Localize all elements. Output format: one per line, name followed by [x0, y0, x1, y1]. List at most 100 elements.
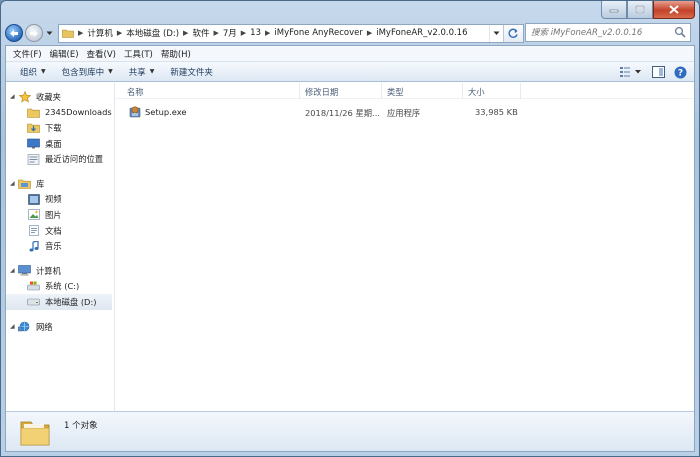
file-size: 33,985 KB	[475, 107, 518, 117]
new-folder-label: 新建文件夹	[170, 67, 213, 78]
nav-item-label: 文档	[45, 225, 62, 236]
change-view-button[interactable]	[618, 64, 644, 80]
view-details-icon	[620, 67, 641, 77]
column-type[interactable]: 类型	[387, 86, 404, 98]
nav-network-label: 网络	[36, 321, 53, 332]
nav-computer-label: 计算机	[36, 265, 61, 276]
menu-view[interactable]: 查看(V)	[83, 48, 120, 60]
details-pane: 1 个对象	[6, 411, 694, 451]
forward-button[interactable]	[25, 24, 43, 42]
nav-item-label: 音乐	[45, 241, 62, 252]
column-divider[interactable]	[462, 83, 463, 99]
nav-favorites[interactable]: ◢ 收藏夹	[6, 89, 114, 105]
address-history-dropdown[interactable]	[489, 24, 503, 42]
column-size[interactable]: 大小	[468, 86, 485, 98]
include-in-library-button[interactable]: 包含到库中 ▼	[54, 62, 121, 82]
breadcrumb-item[interactable]: 本地磁盘 (D:) ▶	[122, 27, 188, 39]
nav-group-computer: ◢ 计算机 系统 (C:) 本地磁盘 (D:)	[6, 263, 114, 310]
refresh-icon	[508, 28, 518, 38]
breadcrumb-item-current[interactable]: iMyFoneAR_v2.0.0.16	[372, 28, 471, 38]
nav-item-label: 系统 (C:)	[45, 281, 80, 292]
column-name[interactable]: 名称	[127, 86, 144, 98]
recent-places-icon	[27, 153, 40, 165]
expand-arrow-icon[interactable]: ◢	[10, 267, 18, 274]
item-count: 1 个对象	[64, 421, 98, 431]
organize-button[interactable]: 组织 ▼	[12, 62, 54, 82]
hard-drive-icon	[27, 296, 40, 308]
nav-item-documents[interactable]: 文档	[6, 223, 114, 239]
expand-arrow-icon[interactable]: ◢	[10, 93, 18, 100]
caret-down-icon: ▼	[41, 68, 46, 75]
nav-item-music[interactable]: 音乐	[6, 238, 114, 254]
arrow-right-icon	[30, 29, 38, 37]
arrow-left-icon	[10, 29, 18, 37]
nav-item-2345downloads[interactable]: 2345Downloads	[6, 105, 114, 121]
breadcrumb-item[interactable]: iMyFone AnyRecover ▶	[270, 28, 372, 38]
breadcrumb-item[interactable]: 软件 ▶	[188, 27, 218, 39]
nav-item-label: 桌面	[45, 138, 62, 149]
nav-item-downloads[interactable]: 下载	[6, 120, 114, 136]
expand-arrow-icon[interactable]: ◢	[10, 180, 18, 187]
music-icon	[27, 240, 40, 252]
search-box	[525, 23, 691, 42]
svg-text:?: ?	[677, 68, 682, 78]
folder-icon	[27, 106, 40, 118]
explorer-client: 文件(F) 编辑(E) 查看(V) 工具(T) 帮助(H) 组织 ▼ 包含到库中…	[5, 45, 695, 452]
column-modified[interactable]: 修改日期	[305, 86, 338, 98]
nav-item-label: 最近访问的位置	[45, 154, 104, 165]
minimize-button[interactable]	[601, 1, 627, 19]
nav-item-desktop[interactable]: 桌面	[6, 136, 114, 152]
breadcrumb-item[interactable]: 7月 ▶	[219, 27, 246, 39]
nav-network[interactable]: ◢ 网络	[6, 319, 114, 335]
preview-pane-button[interactable]	[650, 64, 666, 80]
caption-buttons	[601, 1, 695, 19]
menu-help[interactable]: 帮助(H)	[157, 48, 195, 60]
menu-tools[interactable]: 工具(T)	[120, 48, 157, 60]
search-icon[interactable]	[674, 26, 686, 38]
nav-libraries[interactable]: ◢ 库	[6, 176, 114, 192]
nav-item-recent-places[interactable]: 最近访问的位置	[6, 151, 114, 167]
maximize-button[interactable]	[627, 1, 653, 19]
back-button[interactable]	[5, 24, 23, 42]
command-bar: 组织 ▼ 包含到库中 ▼ 共享 ▼ 新建文件夹 ?	[6, 62, 694, 82]
column-divider[interactable]	[299, 83, 300, 99]
new-folder-button[interactable]: 新建文件夹	[162, 62, 221, 82]
search-input[interactable]	[531, 27, 669, 38]
column-divider[interactable]	[520, 83, 521, 99]
refresh-button[interactable]	[503, 24, 523, 42]
video-icon	[27, 193, 40, 205]
breadcrumb-item[interactable]: 13 ▶	[246, 28, 270, 38]
nav-libraries-label: 库	[36, 178, 45, 189]
column-header-row: 名称 修改日期 类型 大小	[115, 83, 694, 99]
recent-pages-dropdown[interactable]	[44, 24, 54, 42]
nav-item-videos[interactable]: 视频	[6, 192, 114, 208]
file-row[interactable]: Setup.exe 2018/11/26 星期... 应用程序 33,985 K…	[125, 104, 694, 120]
folder-icon	[20, 421, 50, 446]
share-button[interactable]: 共享 ▼	[121, 62, 163, 82]
expand-arrow-icon[interactable]: ◢	[10, 323, 18, 330]
caret-down-icon: ▼	[149, 68, 155, 75]
close-button[interactable]	[653, 1, 695, 19]
nav-computer[interactable]: ◢ 计算机	[6, 263, 114, 279]
nav-item-label: 2345Downloads	[45, 107, 112, 118]
system-drive-icon	[27, 280, 40, 292]
breadcrumb-item[interactable]: 计算机 ▶	[83, 27, 122, 39]
column-divider[interactable]	[381, 83, 382, 99]
menu-edit[interactable]: 编辑(E)	[46, 48, 83, 60]
explorer-body: ◢ 收藏夹 2345Downloads 下载 桌面 最近访问的位置 ◢ 库 视频…	[6, 83, 694, 411]
include-in-library-label: 包含到库中	[61, 67, 105, 78]
navigation-pane: ◢ 收藏夹 2345Downloads 下载 桌面 最近访问的位置 ◢ 库 视频…	[6, 83, 115, 411]
picture-icon	[27, 209, 40, 221]
nav-item-local-disk-d[interactable]: 本地磁盘 (D:)	[6, 294, 112, 310]
folder-icon	[62, 29, 74, 38]
nav-item-pictures[interactable]: 图片	[6, 207, 114, 223]
caret-down-icon: ▼	[108, 68, 113, 75]
view-controls: ?	[618, 64, 688, 80]
nav-item-system-c[interactable]: 系统 (C:)	[6, 279, 114, 295]
menu-file[interactable]: 文件(F)	[9, 48, 46, 60]
address-bar[interactable]: ▶ 计算机 ▶ 本地磁盘 (D:) ▶ 软件 ▶ 7月 ▶ 13 ▶ iMyFone An…	[58, 23, 524, 43]
chevron-down-icon	[493, 31, 500, 35]
help-button[interactable]: ?	[672, 64, 688, 80]
file-type: 应用程序	[387, 108, 421, 118]
library-icon	[18, 178, 31, 190]
